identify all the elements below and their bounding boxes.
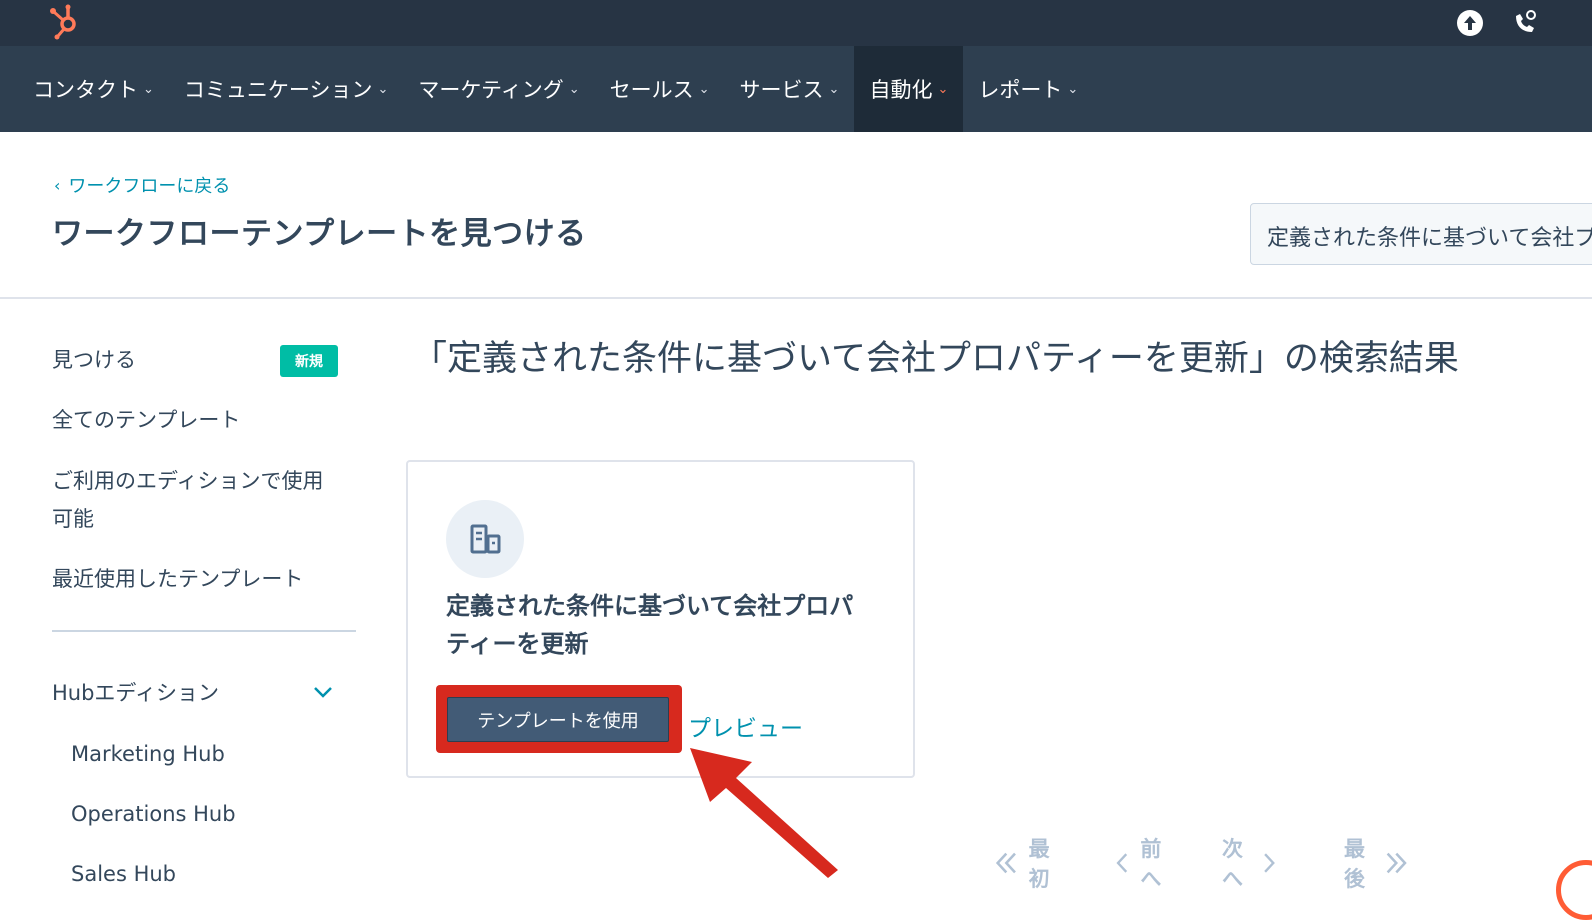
nav-marketing[interactable]: マーケティング ⌄: [403, 46, 594, 132]
new-badge: 新規: [280, 345, 338, 377]
main-nav: コンタクト ⌄ コミュニケーション ⌄ マーケティング ⌄ セールス ⌄ サービス ⌄ 自…: [0, 46, 1592, 132]
sidebar-item-label: Sales Hub: [71, 862, 176, 886]
nav-service[interactable]: サービス ⌄: [725, 46, 855, 132]
nav-automation[interactable]: 自動化 ⌄: [854, 46, 964, 132]
hub-edition-label: Hubエディション: [52, 681, 219, 705]
sidebar-item-sales-hub[interactable]: Sales Hub: [71, 855, 176, 893]
chevron-down-icon: ⌄: [937, 81, 949, 97]
chevron-down-icon: ⌄: [377, 81, 389, 97]
pagination-label: 最後: [1344, 837, 1365, 891]
building-icon: [470, 524, 501, 554]
nav-label: レポート: [978, 78, 1063, 102]
sidebar-item-label: 見つける: [52, 348, 136, 372]
pagination-label: 最初: [1028, 837, 1050, 891]
nav-label: サービス: [739, 78, 824, 102]
nav-conversations[interactable]: コミュニケーション ⌄: [169, 46, 404, 132]
pagination-label: 前へ: [1140, 837, 1162, 891]
preview-link[interactable]: プレビュー: [688, 709, 803, 743]
sidebar-item-label: Marketing Hub: [71, 742, 225, 766]
nav-reports[interactable]: レポート ⌄: [963, 46, 1093, 132]
help-widget-icon[interactable]: [1556, 860, 1592, 920]
sidebar-item-label: 全てのテンプレート: [52, 408, 241, 432]
pagination-prev[interactable]: 前へ: [1114, 833, 1169, 893]
pagination-first[interactable]: 最初: [994, 833, 1059, 893]
page-title: ワークフローテンプレートを見つける: [52, 216, 587, 252]
chevron-down-icon[interactable]: [312, 681, 334, 703]
pagination-next[interactable]: 次へ: [1222, 833, 1277, 893]
chevron-down-icon: ⌄: [828, 81, 840, 97]
sidebar-item-operations-hub[interactable]: Operations Hub: [71, 795, 236, 833]
sidebar-item-all-templates[interactable]: 全てのテンプレート: [52, 401, 240, 439]
phone-icon[interactable]: [1510, 8, 1540, 38]
results-heading: 「定義された条件に基づいて会社プロパティーを更新」の検索結果: [412, 339, 1459, 379]
nav-label: コミュニケーション: [183, 78, 373, 102]
nav-label: コンタクト: [33, 78, 138, 102]
sidebar-item-recent-templates[interactable]: 最近使用したテンプレート: [52, 560, 303, 598]
chevron-left-icon: ‹: [54, 175, 61, 195]
nav-contacts[interactable]: コンタクト ⌄: [18, 46, 169, 132]
template-card-title: 定義された条件に基づいて会社プロパティーを更新: [446, 592, 854, 658]
pagination-last[interactable]: 最後: [1344, 833, 1409, 893]
back-to-workflows-link[interactable]: ‹ ワークフローに戻る: [54, 172, 230, 198]
chevron-down-icon: ⌄: [568, 81, 580, 97]
sidebar-item-discover[interactable]: 見つける: [52, 341, 136, 379]
sidebar-item-marketing-hub[interactable]: Marketing Hub: [71, 735, 225, 773]
nav-label: マーケティング: [418, 78, 564, 102]
pagination-label: 次へ: [1222, 837, 1243, 891]
back-link-label: ワークフローに戻る: [68, 176, 231, 197]
arrow-up-circle-icon[interactable]: [1455, 8, 1485, 38]
sidebar-item-label: 最近使用したテンプレート: [52, 567, 304, 591]
nav-label: 自動化: [869, 78, 933, 102]
double-chevron-right-icon: [1387, 852, 1408, 874]
search-input[interactable]: 定義された条件に基づいて会社プロパティーを更新: [1250, 203, 1592, 265]
hub-edition-toggle[interactable]: Hubエディション: [52, 674, 219, 712]
sidebar-item-available-in-edition[interactable]: ご利用のエディションで使用可能: [52, 462, 327, 538]
card-icon-container: [446, 500, 524, 578]
red-arrow-annotation-icon: [690, 748, 838, 878]
nav-sales[interactable]: セールス ⌄: [595, 46, 725, 132]
nav-label: セールス: [609, 78, 694, 102]
sidebar-item-label: ご利用のエディションで使用可能: [52, 469, 324, 531]
chevron-left-icon: [1116, 853, 1128, 873]
top-bar: [0, 0, 1592, 46]
sidebar-item-label: Operations Hub: [71, 802, 236, 826]
chevron-down-icon: ⌄: [1067, 81, 1079, 97]
double-chevron-left-icon: [995, 852, 1016, 874]
header-divider: [0, 297, 1592, 299]
chevron-down-icon: ⌄: [143, 81, 154, 97]
chevron-down-icon: ⌄: [698, 81, 710, 97]
hubspot-sprocket-icon[interactable]: [46, 2, 86, 42]
chevron-right-icon: [1263, 853, 1275, 873]
sidebar-divider: [52, 630, 356, 632]
use-template-button[interactable]: テンプレートを使用: [447, 697, 669, 742]
